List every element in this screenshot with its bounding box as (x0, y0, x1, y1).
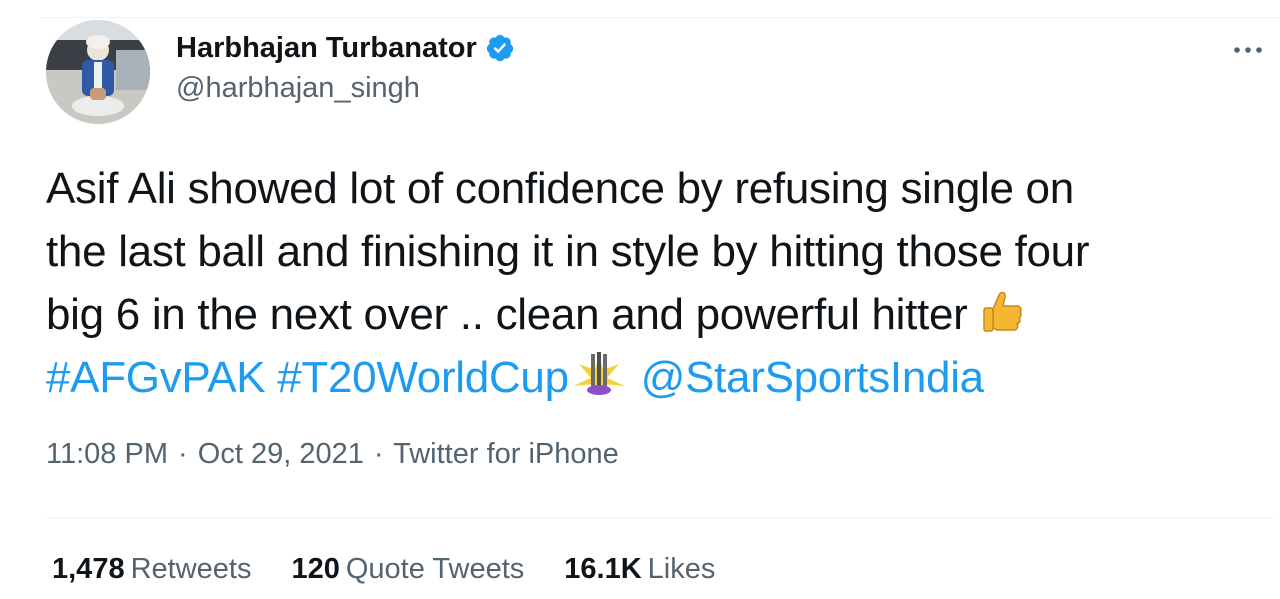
tweet-source[interactable]: Twitter for iPhone (393, 438, 619, 470)
quote-tweets-count: 120 (291, 553, 340, 585)
likes-stat[interactable]: 16.1K Likes (564, 553, 715, 586)
tweet-text-line: big 6 in the next over .. clean and powe… (46, 283, 1280, 346)
hashtag-link[interactable]: #T20WorldCup (277, 353, 569, 402)
author-handle[interactable]: @harbhajan_singh (176, 72, 420, 105)
author-display-name[interactable]: Harbhajan Turbanator (176, 32, 477, 65)
tweet-text-line: the last ball and finishing it in style … (46, 227, 1090, 276)
retweets-stat[interactable]: 1,478 Retweets (52, 553, 251, 586)
thumbs-up-icon (979, 287, 1027, 352)
quote-tweets-stat[interactable]: 120 Quote Tweets (291, 553, 524, 586)
divider (46, 517, 1274, 518)
tweet-text-segment: big 6 in the next over .. clean and powe… (46, 290, 968, 339)
verified-badge-icon (485, 33, 515, 63)
divider (40, 17, 1280, 18)
tweet-text-line: #AFGvPAK #T20WorldCup @StarSportsIndia (46, 346, 1280, 409)
tweet-time[interactable]: 11:08 PM (46, 438, 168, 470)
t20-world-cup-icon (569, 350, 629, 415)
tweet-text-line: Asif Ali showed lot of confidence by ref… (46, 164, 1074, 213)
retweets-label: Retweets (130, 553, 252, 585)
more-horizontal-icon (1234, 47, 1262, 53)
separator: · (373, 438, 384, 470)
mention-link[interactable]: @StarSportsIndia (641, 353, 984, 402)
author-row: Harbhajan Turbanator (176, 28, 515, 68)
hashtag-link[interactable]: #AFGvPAK (46, 353, 266, 402)
avatar[interactable] (46, 20, 150, 124)
quote-tweets-label: Quote Tweets (345, 553, 525, 585)
separator: · (178, 438, 188, 470)
engagement-stats: 1,478 Retweets 120 Quote Tweets 16.1K Likes (52, 553, 715, 586)
tweet-card: Harbhajan Turbanator @harbhajan_singh As… (0, 0, 1280, 599)
likes-label: Likes (647, 553, 716, 585)
retweets-count: 1,478 (52, 553, 125, 585)
tweet-text: Asif Ali showed lot of confidence by ref… (46, 157, 1280, 409)
likes-count: 16.1K (564, 553, 642, 585)
more-options-button[interactable] (1228, 30, 1268, 70)
tweet-metadata: 11:08 PM · Oct 29, 2021 · Twitter for iP… (46, 438, 619, 471)
tweet-date[interactable]: Oct 29, 2021 (198, 438, 364, 470)
